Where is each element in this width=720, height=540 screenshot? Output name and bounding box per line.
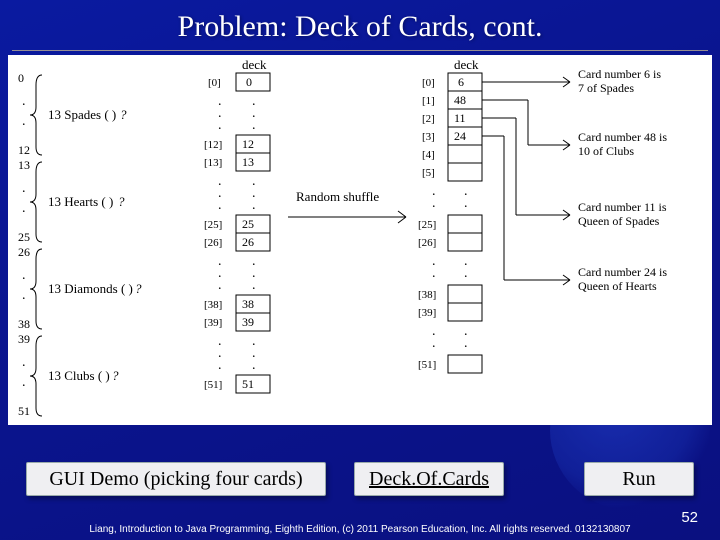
svg-text:39: 39 xyxy=(242,315,254,329)
title-underline xyxy=(12,50,708,51)
svg-text:.: . xyxy=(22,268,26,283)
svg-text:[25]: [25] xyxy=(204,219,222,231)
svg-text:Card number 24 is: Card number 24 is xyxy=(578,265,667,279)
svg-text:13: 13 xyxy=(18,158,30,172)
deck-diagram: text { font-family: "Times New Roman", s… xyxy=(8,55,712,425)
svg-text:[38]: [38] xyxy=(418,289,436,301)
svg-text:0: 0 xyxy=(246,75,252,89)
svg-text:[3]: [3] xyxy=(422,131,435,143)
shuffle-arrow: Random shuffle xyxy=(288,189,406,223)
svg-text:13: 13 xyxy=(242,155,254,169)
svg-text:[12]: [12] xyxy=(204,139,222,151)
svg-text:[26]: [26] xyxy=(204,237,222,249)
svg-text:51: 51 xyxy=(18,404,30,418)
svg-text:.: . xyxy=(218,198,222,213)
svg-text:[0]: [0] xyxy=(208,77,221,89)
svg-text:[25]: [25] xyxy=(418,219,436,231)
svg-text:26: 26 xyxy=(18,245,30,259)
svg-text:10 of Clubs: 10 of Clubs xyxy=(578,144,634,158)
svg-text:.: . xyxy=(22,181,26,196)
result-arrows: Card number 6 is 7 of Spades Card number… xyxy=(482,67,667,293)
svg-text:[0]: [0] xyxy=(422,77,435,89)
svg-text:7 of Spades: 7 of Spades xyxy=(578,81,634,95)
svg-text:Queen of Spades: Queen of Spades xyxy=(578,214,660,228)
slide-title: Problem: Deck of Cards, cont. xyxy=(0,0,720,50)
shuffled-deck-column: deck [0] 6 [1] 48 [2] 11 [3] 24 [4] [5] .. .… xyxy=(418,57,482,373)
svg-text:25: 25 xyxy=(18,230,30,244)
svg-text:13 Clubs ( ): 13 Clubs ( ) xyxy=(48,368,110,383)
svg-text:Card number 11 is: Card number 11 is xyxy=(578,200,667,214)
gui-demo-button[interactable]: GUI Demo (picking four cards) xyxy=(26,462,326,496)
svg-text:.: . xyxy=(464,196,468,211)
svg-text:26: 26 xyxy=(242,235,254,249)
svg-text:.: . xyxy=(252,358,256,373)
svg-text:[4]: [4] xyxy=(422,149,435,161)
svg-text:.: . xyxy=(22,375,26,390)
footer-copyright: Liang, Introduction to Java Programming,… xyxy=(0,524,720,537)
svg-text:11: 11 xyxy=(454,111,466,125)
svg-text:0: 0 xyxy=(18,71,24,85)
svg-text:Card number 6 is: Card number 6 is xyxy=(578,67,661,81)
deck-of-cards-button[interactable]: Deck.Of.Cards xyxy=(354,462,504,496)
svg-text:[38]: [38] xyxy=(204,299,222,311)
svg-text:39: 39 xyxy=(18,332,30,346)
svg-text:?: ? xyxy=(112,368,119,383)
svg-text:13 Spades ( ): 13 Spades ( ) xyxy=(48,107,116,122)
svg-text:[51]: [51] xyxy=(204,379,222,391)
svg-text:.: . xyxy=(22,114,26,129)
diagram-panel: text { font-family: "Times New Roman", s… xyxy=(8,55,712,425)
svg-text:[13]: [13] xyxy=(204,157,222,169)
svg-text:[39]: [39] xyxy=(418,307,436,319)
svg-text:.: . xyxy=(22,355,26,370)
svg-text:deck: deck xyxy=(454,57,479,72)
svg-text:.: . xyxy=(22,94,26,109)
svg-text:12: 12 xyxy=(242,137,254,151)
svg-text:.: . xyxy=(252,198,256,213)
svg-text:.: . xyxy=(432,196,436,211)
svg-text:38: 38 xyxy=(242,297,254,311)
svg-text:25: 25 xyxy=(242,217,254,231)
svg-text:.: . xyxy=(252,278,256,293)
svg-text:.: . xyxy=(464,336,468,351)
svg-text:?: ? xyxy=(120,107,127,122)
svg-text:[1]: [1] xyxy=(422,95,435,107)
run-button[interactable]: Run xyxy=(584,462,694,496)
svg-text:.: . xyxy=(218,118,222,133)
svg-text:.: . xyxy=(252,118,256,133)
svg-text:51: 51 xyxy=(242,377,254,391)
page-number: 52 xyxy=(681,509,698,526)
button-row: GUI Demo (picking four cards) Deck.Of.Ca… xyxy=(0,462,720,496)
svg-text:[39]: [39] xyxy=(204,317,222,329)
svg-text:Card number 48 is: Card number 48 is xyxy=(578,130,667,144)
ordered-deck-column: deck [0]0 .. .. .. [12]12 [13]13 .. .. .… xyxy=(204,57,270,393)
svg-text:24: 24 xyxy=(454,129,466,143)
svg-text:[2]: [2] xyxy=(422,113,435,125)
suits-column: 0 . . 12 13 . . 25 26 . . 38 39 . . 51 1… xyxy=(18,71,142,418)
svg-text:.: . xyxy=(464,266,468,281)
svg-text:deck: deck xyxy=(242,57,267,72)
svg-text:[5]: [5] xyxy=(422,167,435,179)
svg-text:48: 48 xyxy=(454,93,466,107)
svg-text:13 Hearts ( ): 13 Hearts ( ) xyxy=(48,194,113,209)
svg-text:.: . xyxy=(22,288,26,303)
svg-text:.: . xyxy=(432,336,436,351)
svg-text:Random shuffle: Random shuffle xyxy=(296,189,379,204)
svg-text:.: . xyxy=(218,278,222,293)
svg-text:13 Diamonds ( ): 13 Diamonds ( ) xyxy=(48,281,133,296)
svg-text:.: . xyxy=(218,358,222,373)
svg-text:?: ? xyxy=(135,281,142,296)
svg-text:.: . xyxy=(22,201,26,216)
svg-text:.: . xyxy=(432,266,436,281)
svg-text:Queen of Hearts: Queen of Hearts xyxy=(578,279,657,293)
svg-text:6: 6 xyxy=(458,75,464,89)
svg-text:[51]: [51] xyxy=(418,359,436,371)
svg-text:38: 38 xyxy=(18,317,30,331)
svg-text:?: ? xyxy=(118,194,125,209)
svg-text:12: 12 xyxy=(18,143,30,157)
svg-text:[26]: [26] xyxy=(418,237,436,249)
